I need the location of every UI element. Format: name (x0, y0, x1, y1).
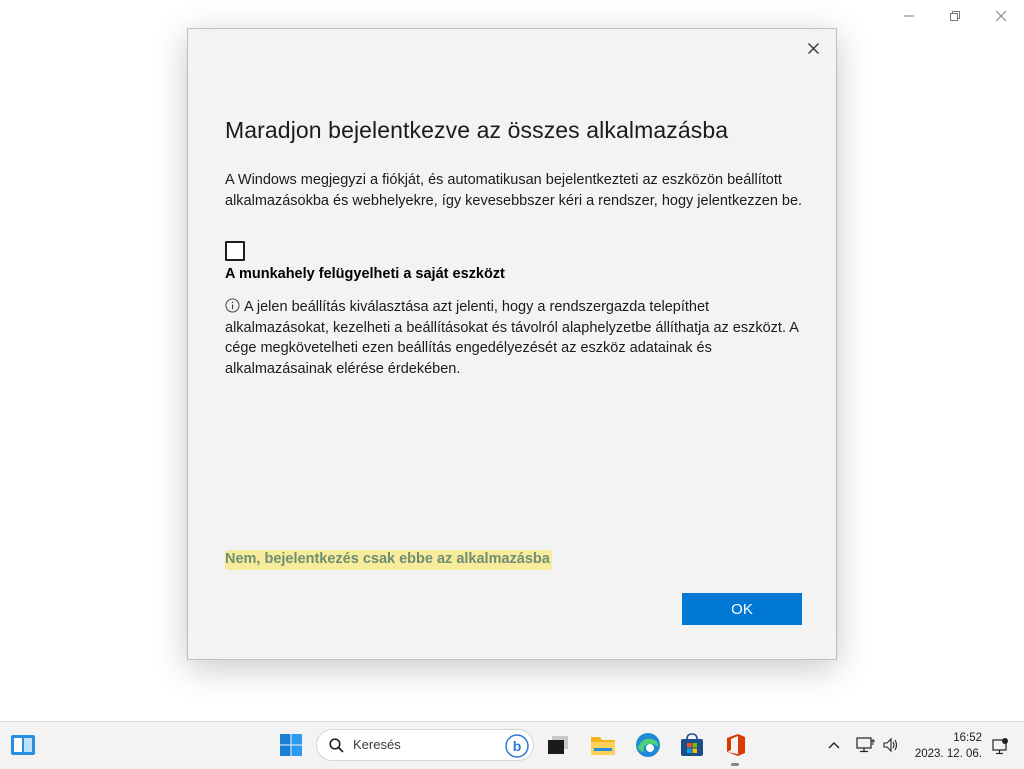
dialog-close-button[interactable] (796, 33, 830, 63)
close-icon (996, 11, 1006, 21)
widgets-button[interactable] (6, 728, 40, 762)
ok-button[interactable]: OK (682, 593, 802, 625)
taskbar: Keresés b 16:52 2023. 12. 06. (0, 721, 1024, 769)
close-icon (807, 42, 819, 54)
volume-button[interactable] (879, 732, 903, 758)
microsoft-store-button[interactable] (675, 728, 709, 762)
manage-device-checkbox-label[interactable]: A munkahely felügyelheti a saját eszközt (225, 266, 505, 282)
notifications-button[interactable] (988, 734, 1012, 758)
stay-signed-in-dialog: Maradjon bejelentkezve az összes alkalma… (187, 28, 837, 660)
minimize-button[interactable] (886, 0, 932, 32)
office-running-indicator (731, 763, 739, 766)
start-button[interactable] (274, 728, 308, 762)
office-icon (727, 734, 745, 756)
desktop: Maradjon bejelentkezve az összes alkalma… (0, 0, 1024, 769)
restore-button[interactable] (932, 0, 978, 32)
info-icon (225, 298, 240, 313)
taskbar-clock[interactable]: 16:52 2023. 12. 06. (915, 730, 982, 762)
restore-icon (950, 11, 960, 21)
info-notice: A jelen beállítás kiválasztása azt jelen… (225, 297, 815, 379)
search-placeholder: Keresés (353, 737, 401, 752)
volume-icon (883, 737, 898, 753)
task-view-button[interactable] (541, 728, 575, 762)
file-explorer-icon (591, 737, 615, 755)
svg-text:b: b (513, 738, 522, 754)
bing-icon[interactable]: b (504, 733, 530, 759)
clock-time: 16:52 (953, 732, 982, 744)
task-view-icon (548, 736, 568, 754)
close-window-button[interactable] (978, 0, 1024, 32)
windows-start-icon (280, 734, 302, 756)
manage-device-checkbox[interactable] (225, 241, 245, 261)
notification-icon (992, 738, 1008, 755)
clock-date: 2023. 12. 06. (914, 748, 982, 760)
microsoft-store-icon (681, 733, 703, 756)
chevron-up-icon (828, 742, 840, 749)
dialog-description: A Windows megjegyzi a fiókját, és automa… (225, 172, 803, 209)
taskbar-search-box[interactable]: Keresés b (316, 729, 534, 761)
minimize-icon (904, 15, 914, 17)
edge-icon (636, 733, 660, 757)
show-hidden-icons-button[interactable] (823, 732, 845, 758)
edge-button[interactable] (631, 728, 665, 762)
network-icon (856, 737, 875, 753)
background-window-controls (886, 0, 1024, 32)
info-text: A jelen beállítás kiválasztása azt jelen… (225, 299, 799, 377)
dialog-title: Maradjon bejelentkezve az összes alkalma… (225, 117, 729, 143)
file-explorer-button[interactable] (586, 728, 620, 762)
network-button[interactable] (853, 732, 879, 758)
office-button[interactable] (719, 728, 753, 762)
search-icon (329, 738, 344, 753)
widgets-icon (11, 735, 35, 755)
sign-in-this-app-only-link[interactable]: Nem, bejelentkezés csak ebbe az alkalmaz… (225, 550, 552, 570)
